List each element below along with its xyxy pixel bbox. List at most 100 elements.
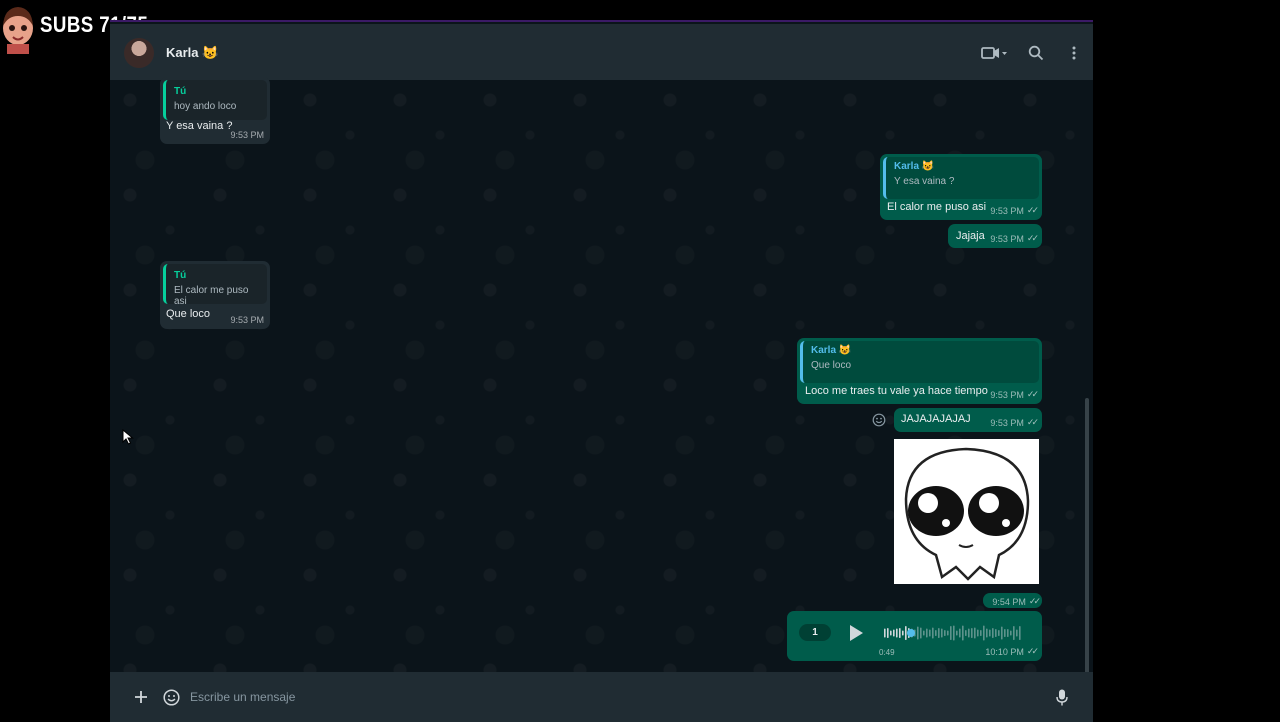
waveform-bar: [1004, 629, 1006, 637]
message-text: Y esa vaina ?: [166, 120, 233, 132]
message-meta: 9:53 PM: [230, 130, 264, 140]
message-bubble-incoming[interactable]: Tú El calor me puso asi Que loco 9:53 PM: [160, 261, 270, 329]
message-meta: 9:53 PM ✓✓: [990, 233, 1039, 244]
read-ticks-icon: ✓✓: [1026, 233, 1039, 243]
waveform-bar: [962, 625, 964, 641]
voice-message-bubble[interactable]: 1 0:49 10:10 PM ✓✓: [787, 611, 1042, 661]
waveform-bar: [998, 630, 1000, 636]
quote-text: El calor me puso asi: [174, 285, 249, 307]
waveform-bar: [887, 628, 889, 638]
read-ticks-icon: ✓✓: [1028, 596, 1041, 606]
attach-button[interactable]: [126, 677, 156, 717]
message-time: 9:53 PM: [230, 130, 264, 140]
message-time: 9:53 PM: [230, 315, 264, 325]
waveform-bar: [992, 628, 994, 638]
waveform-bar: [989, 629, 991, 637]
voice-duration: 0:49: [879, 648, 895, 657]
smiley-react-icon: [872, 413, 886, 427]
waveform-bar: [1016, 629, 1018, 637]
sticker-image[interactable]: [894, 439, 1039, 584]
waveform-bar: [986, 628, 988, 638]
waveform-bar: [917, 626, 919, 640]
waveform-bar: [1001, 626, 1003, 640]
react-button[interactable]: [872, 413, 886, 427]
waveform-bar: [968, 628, 970, 638]
waveform-bar: [896, 628, 898, 638]
waveform-bar: [977, 629, 979, 637]
waveform-bar: [923, 630, 925, 636]
waveform-bar: [983, 625, 985, 641]
microphone-icon: [1056, 689, 1068, 705]
message-bubble-incoming[interactable]: Tú hoy ando loco Y esa vaina ? 9:53 PM: [160, 77, 270, 144]
waveform-bar: [965, 630, 967, 636]
audio-waveform[interactable]: [884, 623, 1026, 643]
composer-bar: Escribe un mensaje: [110, 672, 1093, 722]
message-meta: 9:53 PM ✓✓: [990, 417, 1039, 428]
contact-avatar[interactable]: [124, 38, 154, 68]
message-meta: 9:53 PM ✓✓: [990, 205, 1039, 216]
quoted-message[interactable]: Karla 😺 Y esa vaina ?: [883, 157, 1039, 199]
message-text: El calor me puso asi: [887, 201, 987, 213]
voice-record-button[interactable]: [1047, 677, 1077, 717]
video-call-button[interactable]: [971, 24, 1017, 82]
waveform-bar: [899, 628, 901, 638]
waveform-bar: [953, 625, 955, 641]
play-icon: [850, 625, 863, 641]
search-button[interactable]: [1017, 24, 1055, 82]
message-time: 9:53 PM: [990, 389, 1024, 400]
waveform-bar: [932, 627, 934, 639]
playback-position-handle[interactable]: [907, 629, 915, 637]
message-meta: 9:54 PM ✓✓: [992, 596, 1041, 607]
chat-header[interactable]: Karla 😺: [110, 24, 1093, 82]
message-time: 9:53 PM: [990, 233, 1024, 244]
quote-text: Y esa vaina ?: [894, 176, 955, 187]
play-button[interactable]: [847, 624, 865, 642]
waveform-bar: [944, 630, 946, 636]
waveform-bar: [890, 630, 892, 636]
message-input[interactable]: Escribe un mensaje: [190, 690, 1047, 704]
cute-alien-sticker: [904, 447, 1030, 581]
waveform-bar: [974, 627, 976, 639]
streamer-avatar-icon: [0, 2, 36, 54]
read-ticks-icon: ✓✓: [1026, 646, 1039, 656]
whatsapp-window: Karla 😺 Tú hoy ando loco Y esa vaina ? 9…: [110, 20, 1093, 722]
message-time: 9:53 PM: [990, 205, 1024, 216]
waveform-bar: [995, 629, 997, 637]
read-ticks-icon: ✓✓: [1026, 389, 1039, 399]
emoji-button[interactable]: [156, 677, 186, 717]
message-time: 9:54 PM: [992, 596, 1026, 607]
waveform-bar: [902, 630, 904, 636]
waveform-bar: [1019, 626, 1021, 640]
playback-speed-button[interactable]: 1: [799, 624, 831, 641]
waveform-bar: [893, 629, 895, 637]
waveform-bar: [920, 627, 922, 639]
message-bubble-outgoing[interactable]: JAJAJAJAJAJ 9:53 PM ✓✓: [894, 408, 1042, 432]
quote-text: Que loco: [811, 360, 852, 371]
emoji-icon: [162, 688, 180, 706]
message-bubble-outgoing[interactable]: Karla 😺 Que loco Loco me traes tu vale y…: [797, 338, 1042, 404]
plus-icon: [135, 691, 147, 703]
quoted-message[interactable]: Karla 😺 Que loco: [800, 341, 1039, 383]
message-meta: 10:10 PM ✓✓: [985, 646, 1039, 657]
message-bubble-outgoing[interactable]: Karla 😺 Y esa vaina ? El calor me puso a…: [880, 154, 1042, 220]
quoted-message[interactable]: Tú El calor me puso asi: [163, 264, 267, 307]
menu-button[interactable]: [1055, 24, 1093, 82]
quoted-message[interactable]: Tú hoy ando loco: [163, 80, 267, 120]
quote-author: Tú: [174, 270, 187, 281]
quote-author: Tú: [174, 86, 187, 97]
waveform-bar: [1013, 626, 1015, 640]
waveform-bar: [947, 630, 949, 636]
message-bubble-outgoing[interactable]: Jajaja 9:53 PM ✓✓: [948, 224, 1042, 248]
message-text: JAJAJAJAJAJ: [901, 413, 971, 425]
waveform-bar: [926, 628, 928, 638]
mouse-cursor-icon: [122, 428, 134, 445]
waveform-bar: [956, 630, 958, 636]
waveform-bar: [929, 629, 931, 637]
waveform-bar: [884, 628, 886, 638]
kebab-menu-icon: [1072, 46, 1076, 60]
quote-author: Karla 😺: [811, 345, 852, 356]
quote-text: hoy ando loco: [174, 101, 237, 112]
message-text: Que loco: [166, 308, 211, 320]
message-list[interactable]: Tú hoy ando loco Y esa vaina ? 9:53 PM K…: [110, 77, 1093, 722]
contact-name[interactable]: Karla 😺: [166, 45, 218, 61]
